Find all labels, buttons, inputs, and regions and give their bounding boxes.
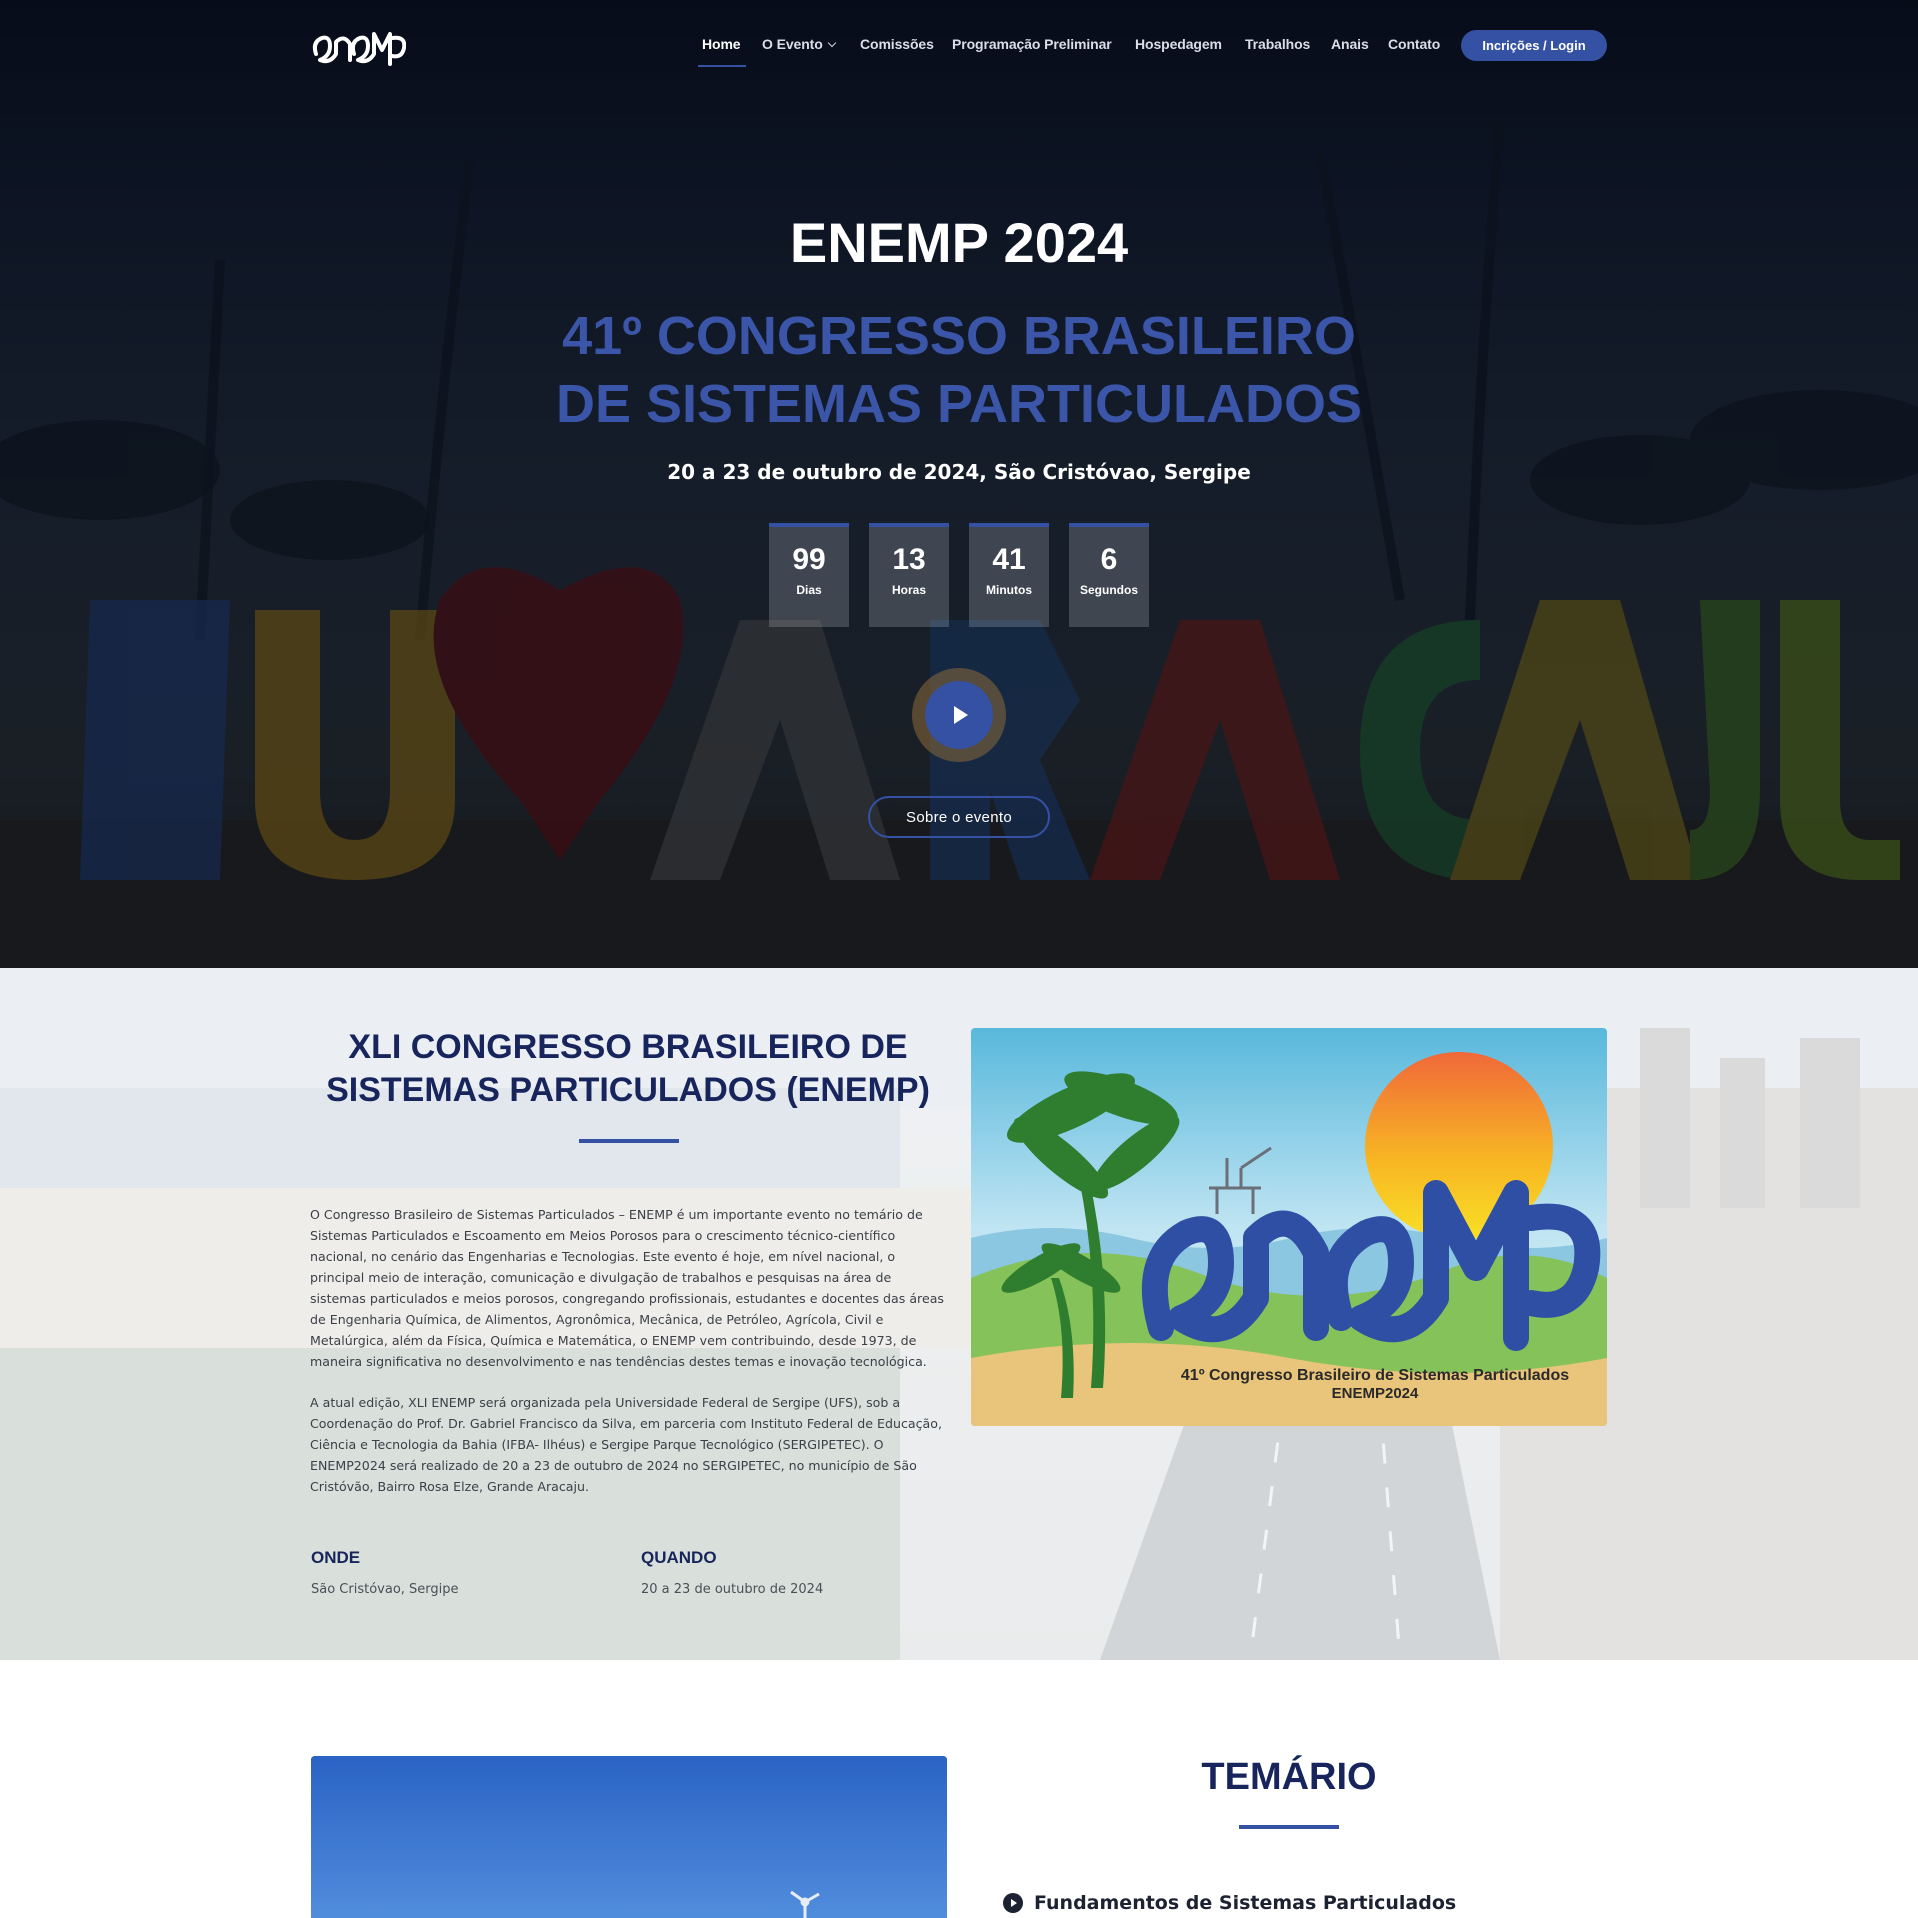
heading-separator — [579, 1139, 679, 1143]
about-event-button[interactable]: Sobre o evento — [868, 796, 1050, 838]
about-paragraph-2: A atual edição, XLI ENEMP será organizad… — [310, 1395, 942, 1494]
temario-heading: TEMÁRIO — [1201, 1756, 1377, 1798]
nav-contato[interactable]: Contato — [1388, 36, 1440, 52]
event-poster-image: 41º Congresso Brasileiro de Sistemas Par… — [971, 1028, 1607, 1426]
countdown-minutes: 41 Minutos — [969, 523, 1049, 627]
nav-home[interactable]: Home — [702, 36, 741, 52]
hero-date-place: 20 a 23 de outubro de 2024, São Cristóva… — [667, 460, 1251, 484]
nav-comissoes[interactable]: Comissões — [860, 36, 934, 52]
chevron-down-icon — [827, 38, 836, 48]
countdown-value: 6 — [1100, 543, 1118, 576]
about-overlay — [0, 968, 1918, 1660]
countdown-value: 41 — [992, 543, 1026, 576]
about-section: XLI CONGRESSO BRASILEIRO DE SISTEMAS PAR… — [0, 968, 1918, 1660]
nav-trabalhos[interactable]: Trabalhos — [1245, 36, 1310, 52]
nav-hospedagem[interactable]: Hospedagem — [1135, 36, 1222, 52]
countdown-value: 13 — [892, 543, 926, 576]
arrow-circle-right-icon — [1003, 1893, 1023, 1913]
temario-section: TEMÁRIO Fundamentos de Sistemas Particul… — [0, 1660, 1918, 1918]
where-label: ONDE — [311, 1548, 361, 1567]
countdown-label: Horas — [891, 583, 926, 597]
nav-o-evento[interactable]: O Evento — [762, 36, 836, 52]
play-video-button[interactable] — [925, 681, 993, 749]
countdown-hours: 13 Horas — [869, 523, 949, 627]
nav-programacao[interactable]: Programação Preliminar — [952, 36, 1112, 52]
nav-anais[interactable]: Anais — [1331, 36, 1369, 52]
about-heading-line2: SISTEMAS PARTICULADOS (ENEMP) — [326, 1071, 930, 1109]
hero-subtitle: 41º CONGRESSO BRASILEIRO DE SISTEMAS PAR… — [0, 302, 1918, 438]
hero-subtitle-line2: DE SISTEMAS PARTICULADOS — [555, 374, 1363, 434]
poster-caption-line1: 41º Congresso Brasileiro de Sistemas Par… — [1181, 1367, 1569, 1384]
poster-caption-line2: ENEMP2024 — [1332, 1385, 1419, 1402]
nav-o-evento-label: O Evento — [762, 36, 823, 52]
about-heading: XLI CONGRESSO BRASILEIRO DE SISTEMAS PAR… — [310, 1026, 946, 1112]
play-icon — [954, 706, 968, 724]
where-value: São Cristóvao, Sergipe — [311, 1582, 459, 1597]
hero-section: Home O Evento Comissões Programação Prel… — [0, 0, 1918, 968]
about-heading-line1: XLI CONGRESSO BRASILEIRO DE — [348, 1028, 908, 1066]
heading-separator — [1239, 1825, 1339, 1829]
countdown-seconds: 6 Segundos — [1069, 523, 1149, 627]
hero-subtitle-line1: 41º CONGRESSO BRASILEIRO — [562, 306, 1356, 366]
countdown-label: Minutos — [986, 583, 1032, 597]
when-label: QUANDO — [641, 1548, 717, 1567]
countdown-days: 99 Dias — [769, 523, 849, 627]
countdown-label: Dias — [796, 583, 822, 597]
login-button[interactable]: Incrições / Login — [1461, 30, 1607, 61]
temario-list-item[interactable]: Fundamentos de Sistemas Particulados — [1003, 1892, 1456, 1914]
temario-item-label: Fundamentos de Sistemas Particulados — [1034, 1892, 1457, 1914]
about-paragraph-1: O Congresso Brasileiro de Sistemas Parti… — [310, 1207, 944, 1369]
nav-active-indicator — [698, 65, 746, 67]
enemp-logo[interactable] — [310, 20, 406, 70]
countdown-label: Segundos — [1079, 583, 1138, 597]
wind-turbine-photo — [311, 1756, 947, 1918]
when-value: 20 a 23 de outubro de 2024 — [641, 1582, 824, 1597]
top-navbar: Home O Evento Comissões Programação Prel… — [0, 0, 1918, 90]
countdown-value: 99 — [792, 543, 826, 576]
hero-title: ENEMP 2024 — [789, 211, 1129, 274]
